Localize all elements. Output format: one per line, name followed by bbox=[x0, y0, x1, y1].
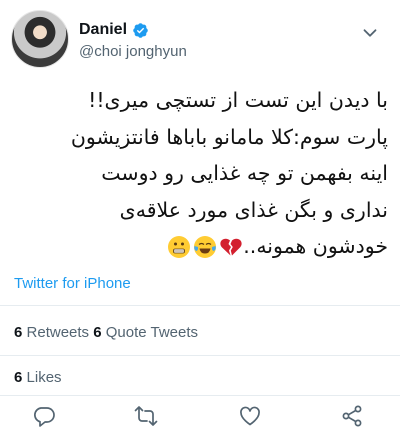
retweets-count[interactable]: 6 bbox=[14, 324, 22, 341]
tweet-text: با دیدن این تست از تستچی میری!! پارت سوم… bbox=[12, 82, 388, 265]
tweet-source[interactable]: Twitter for iPhone bbox=[14, 275, 131, 292]
tweet-actions bbox=[0, 398, 400, 438]
broken-heart-emoji-icon bbox=[220, 238, 242, 256]
display-name[interactable]: Daniel bbox=[79, 21, 127, 39]
divider bbox=[0, 305, 400, 306]
tears-of-joy-emoji-icon bbox=[194, 236, 217, 258]
user-handle[interactable]: @choi jonghyun bbox=[79, 43, 187, 60]
quote-tweets-label[interactable]: Quote Tweets bbox=[106, 324, 198, 341]
reply-icon[interactable] bbox=[32, 404, 56, 428]
more-options-icon[interactable] bbox=[359, 22, 381, 44]
name-row[interactable]: Daniel bbox=[79, 21, 149, 39]
tweet-line: اینه بفهمن تو چه غذایی رو دوست bbox=[101, 161, 388, 185]
likes-label[interactable]: Likes bbox=[27, 369, 62, 386]
tweet-line: خودشون همونه.. bbox=[243, 234, 388, 258]
share-icon[interactable] bbox=[340, 404, 364, 428]
divider bbox=[0, 395, 400, 396]
likes-count[interactable]: 6 bbox=[14, 369, 22, 386]
likes-stats: 6 Likes bbox=[14, 369, 62, 386]
tweet-line: پارت سوم:کلا مامانو باباها فانتزیشون bbox=[70, 124, 388, 149]
tweet-header: Daniel @choi jonghyun bbox=[11, 10, 391, 72]
retweets-label[interactable]: Retweets bbox=[27, 324, 90, 341]
quote-tweets-count[interactable]: 6 bbox=[93, 324, 101, 341]
avatar[interactable] bbox=[11, 10, 69, 68]
like-icon[interactable] bbox=[238, 404, 262, 428]
retweet-icon[interactable] bbox=[134, 404, 158, 428]
tweet-line: نداری و بگن غذای مورد علاقه‌ی bbox=[119, 197, 388, 222]
verified-badge-icon bbox=[133, 22, 148, 38]
grimacing-emoji-icon bbox=[168, 236, 191, 258]
tweet-line: با دیدن این تست از تستچی میری!! bbox=[88, 88, 388, 112]
engagement-stats: 6 Retweets 6 Quote Tweets bbox=[14, 324, 198, 341]
emoji-group bbox=[167, 235, 243, 259]
divider bbox=[0, 355, 400, 356]
